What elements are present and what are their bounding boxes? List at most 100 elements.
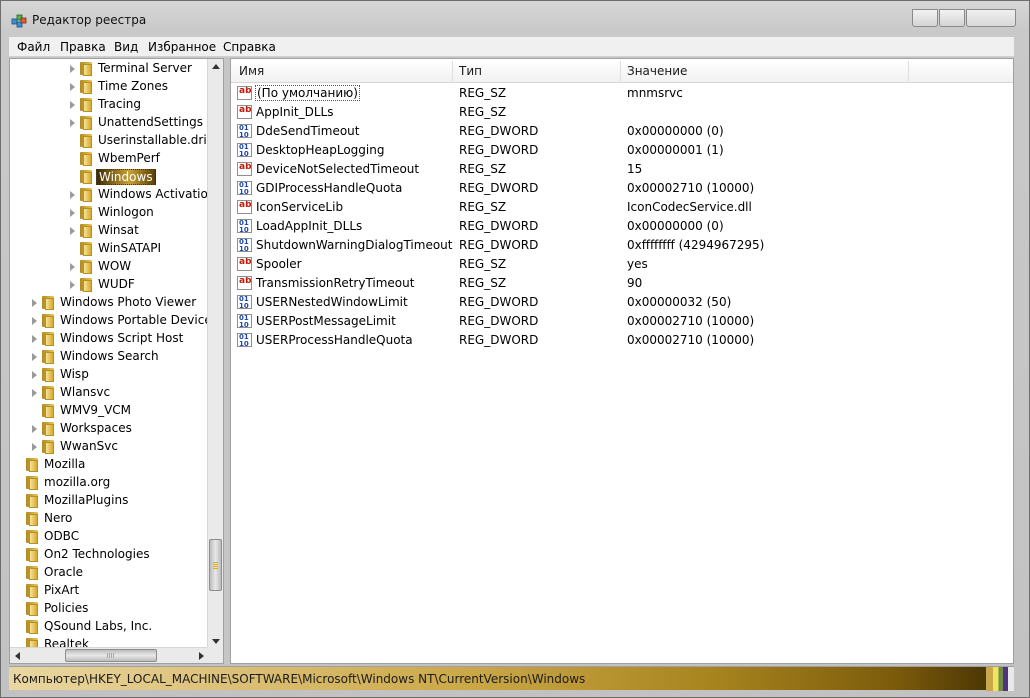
expand-arrow-icon[interactable] <box>70 281 75 289</box>
value-row[interactable]: DdeSendTimeout REG_DWORD 0x00000000 (0) <box>231 122 1013 141</box>
value-data: 0x00002710 (10000) <box>627 333 755 347</box>
minimize-button[interactable] <box>912 9 938 27</box>
tree-item[interactable]: Userinstallable.drivers <box>10 132 209 150</box>
value-type: REG_DWORD <box>459 295 539 309</box>
scroll-up-arrow-icon[interactable] <box>212 64 220 69</box>
tree-item[interactable]: Windows <box>10 168 209 186</box>
expand-arrow-icon[interactable] <box>32 371 37 379</box>
menu-file[interactable]: Файл <box>17 40 50 54</box>
value-row[interactable]: IconServiceLib REG_SZ IconCodecService.dll <box>231 198 1013 217</box>
tree-item[interactable]: Nero <box>10 510 209 528</box>
value-row[interactable]: USERNestedWindowLimit REG_DWORD 0x00000032… <box>231 293 1013 312</box>
tree-item[interactable]: UnattendSettings <box>10 114 209 132</box>
resize-grip-icon[interactable] <box>986 667 1014 691</box>
value-row[interactable]: AppInit_DLLs REG_SZ <box>231 103 1013 122</box>
column-divider[interactable] <box>620 61 621 81</box>
title-bar[interactable]: Редактор реестра <box>1 1 1029 37</box>
tree-item[interactable]: On2 Technologies <box>10 546 209 564</box>
expand-arrow-icon[interactable] <box>70 65 75 73</box>
expand-arrow-icon[interactable] <box>70 101 75 109</box>
value-name: DesktopHeapLogging <box>256 143 385 157</box>
tree-item[interactable]: Winsat <box>10 222 209 240</box>
expand-arrow-icon[interactable] <box>32 335 37 343</box>
scroll-right-arrow-icon[interactable] <box>199 652 204 660</box>
menu-view[interactable]: Вид <box>114 40 138 54</box>
tree-item[interactable]: QSound Labs, Inc. <box>10 618 209 636</box>
expand-arrow-icon[interactable] <box>32 443 37 451</box>
value-row[interactable]: DesktopHeapLogging REG_DWORD 0x00000001 (1… <box>231 141 1013 160</box>
tree-item[interactable]: Winlogon <box>10 204 209 222</box>
tree-item[interactable]: Windows Photo Viewer <box>10 294 209 312</box>
value-row[interactable]: TransmissionRetryTimeout REG_SZ 90 <box>231 274 1013 293</box>
value-row[interactable]: (По умолчанию) REG_SZ mnmsrvc <box>231 84 1013 103</box>
tree-item[interactable]: Windows Activation T <box>10 186 209 204</box>
expand-arrow-icon[interactable] <box>32 299 37 307</box>
value-row[interactable]: DeviceNotSelectedTimeout REG_SZ 15 <box>231 160 1013 179</box>
scroll-left-arrow-icon[interactable] <box>15 652 20 660</box>
menu-help[interactable]: Справка <box>223 40 276 54</box>
value-row[interactable]: Spooler REG_SZ yes <box>231 255 1013 274</box>
menu-edit[interactable]: Правка <box>60 40 106 54</box>
tree-item[interactable]: Wisp <box>10 366 209 384</box>
expand-arrow-icon[interactable] <box>32 389 37 397</box>
value-row[interactable]: ShutdownWarningDialogTimeout REG_DWORD 0xf… <box>231 236 1013 255</box>
menu-bar: Файл Правка Вид Избранное Справка <box>9 37 1014 57</box>
tree-item[interactable]: Terminal Server <box>10 60 209 78</box>
tree-item[interactable]: PixArt <box>10 582 209 600</box>
value-row[interactable]: USERProcessHandleQuota REG_DWORD 0x0000271… <box>231 331 1013 350</box>
value-row[interactable]: LoadAppInit_DLLs REG_DWORD 0x00000000 (0) <box>231 217 1013 236</box>
folder-icon <box>79 278 93 292</box>
tree-item[interactable]: Windows Search <box>10 348 209 366</box>
folder-icon <box>79 80 93 94</box>
column-header-type[interactable]: Тип <box>459 64 482 78</box>
tree-item[interactable]: WwanSvc <box>10 438 209 456</box>
tree-vertical-scrollbar[interactable] <box>207 59 223 649</box>
tree-item[interactable]: Workspaces <box>10 420 209 438</box>
tree-item[interactable]: Time Zones <box>10 78 209 96</box>
expand-arrow-icon[interactable] <box>70 83 75 91</box>
folder-icon <box>25 530 39 544</box>
value-name: LoadAppInit_DLLs <box>256 219 363 233</box>
tree-item[interactable]: MozillaPlugins <box>10 492 209 510</box>
value-row[interactable]: GDIProcessHandleQuota REG_DWORD 0x00002710… <box>231 179 1013 198</box>
tree-horizontal-scroll-thumb[interactable] <box>65 649 157 662</box>
expand-arrow-icon[interactable] <box>70 227 75 235</box>
tree-item[interactable]: Policies <box>10 600 209 618</box>
tree-item[interactable]: Tracing <box>10 96 209 114</box>
tree-item[interactable]: Windows Portable Devices <box>10 312 209 330</box>
expand-arrow-icon[interactable] <box>32 317 37 325</box>
tree-item[interactable]: mozilla.org <box>10 474 209 492</box>
expand-arrow-icon[interactable] <box>70 263 75 271</box>
tree-item[interactable]: Windows Script Host <box>10 330 209 348</box>
column-header-name[interactable]: Имя <box>239 64 264 78</box>
folder-icon <box>79 98 93 112</box>
column-divider[interactable] <box>452 61 453 81</box>
tree-item[interactable]: WMV9_VCM <box>10 402 209 420</box>
tree-item[interactable]: WinSATAPI <box>10 240 209 258</box>
expand-arrow-icon[interactable] <box>70 119 75 127</box>
column-header-value[interactable]: Значение <box>627 64 687 78</box>
value-type: REG_SZ <box>459 276 507 290</box>
value-name: DeviceNotSelectedTimeout <box>256 162 420 176</box>
expand-arrow-icon[interactable] <box>32 425 37 433</box>
expand-arrow-icon[interactable] <box>32 353 37 361</box>
column-divider[interactable] <box>908 61 909 81</box>
tree-item[interactable]: Oracle <box>10 564 209 582</box>
expand-arrow-icon[interactable] <box>70 209 75 217</box>
maximize-button[interactable] <box>939 9 965 27</box>
tree-item[interactable]: Wlansvc <box>10 384 209 402</box>
tree-item[interactable]: WbemPerf <box>10 150 209 168</box>
tree-item[interactable]: WOW <box>10 258 209 276</box>
tree-item[interactable]: WUDF <box>10 276 209 294</box>
tree-horizontal-scrollbar[interactable] <box>10 647 209 663</box>
scroll-down-arrow-icon[interactable] <box>212 639 220 644</box>
tree-item[interactable]: ODBC <box>10 528 209 546</box>
close-button[interactable] <box>966 9 1016 27</box>
menu-favorites[interactable]: Избранное <box>148 40 216 54</box>
tree-item-label: WMV9_VCM <box>60 403 132 417</box>
value-type: REG_SZ <box>459 162 507 176</box>
tree-item[interactable]: Mozilla <box>10 456 209 474</box>
tree-vertical-scroll-thumb[interactable] <box>209 539 222 591</box>
value-row[interactable]: USERPostMessageLimit REG_DWORD 0x00002710 … <box>231 312 1013 331</box>
expand-arrow-icon[interactable] <box>70 191 75 199</box>
